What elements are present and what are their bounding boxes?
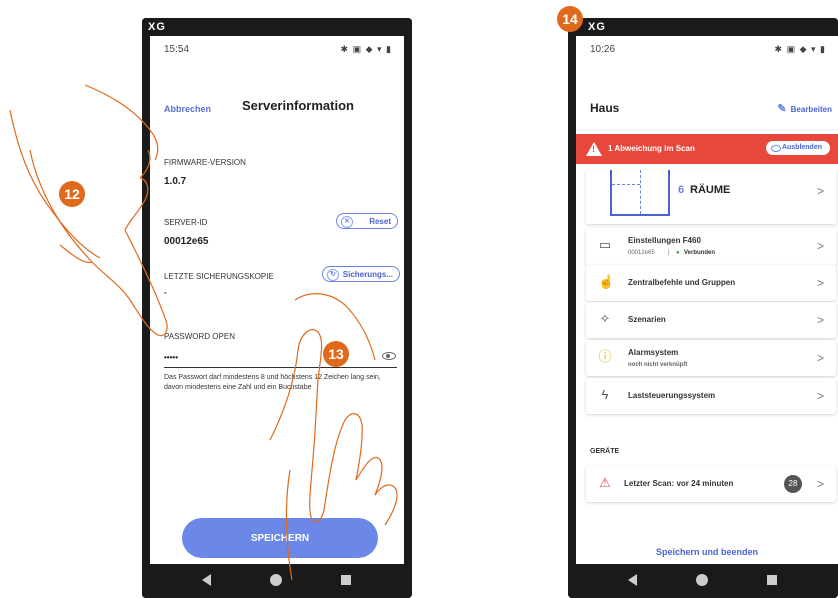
pointing-hand-left — [9, 84, 168, 337]
step-badge-14: 14 — [557, 6, 583, 32]
step-badge-13: 13 — [323, 341, 349, 367]
pointing-hand-right — [269, 293, 398, 581]
step-badge-12: 12 — [59, 181, 85, 207]
hand-illustrations — [9, 84, 398, 581]
